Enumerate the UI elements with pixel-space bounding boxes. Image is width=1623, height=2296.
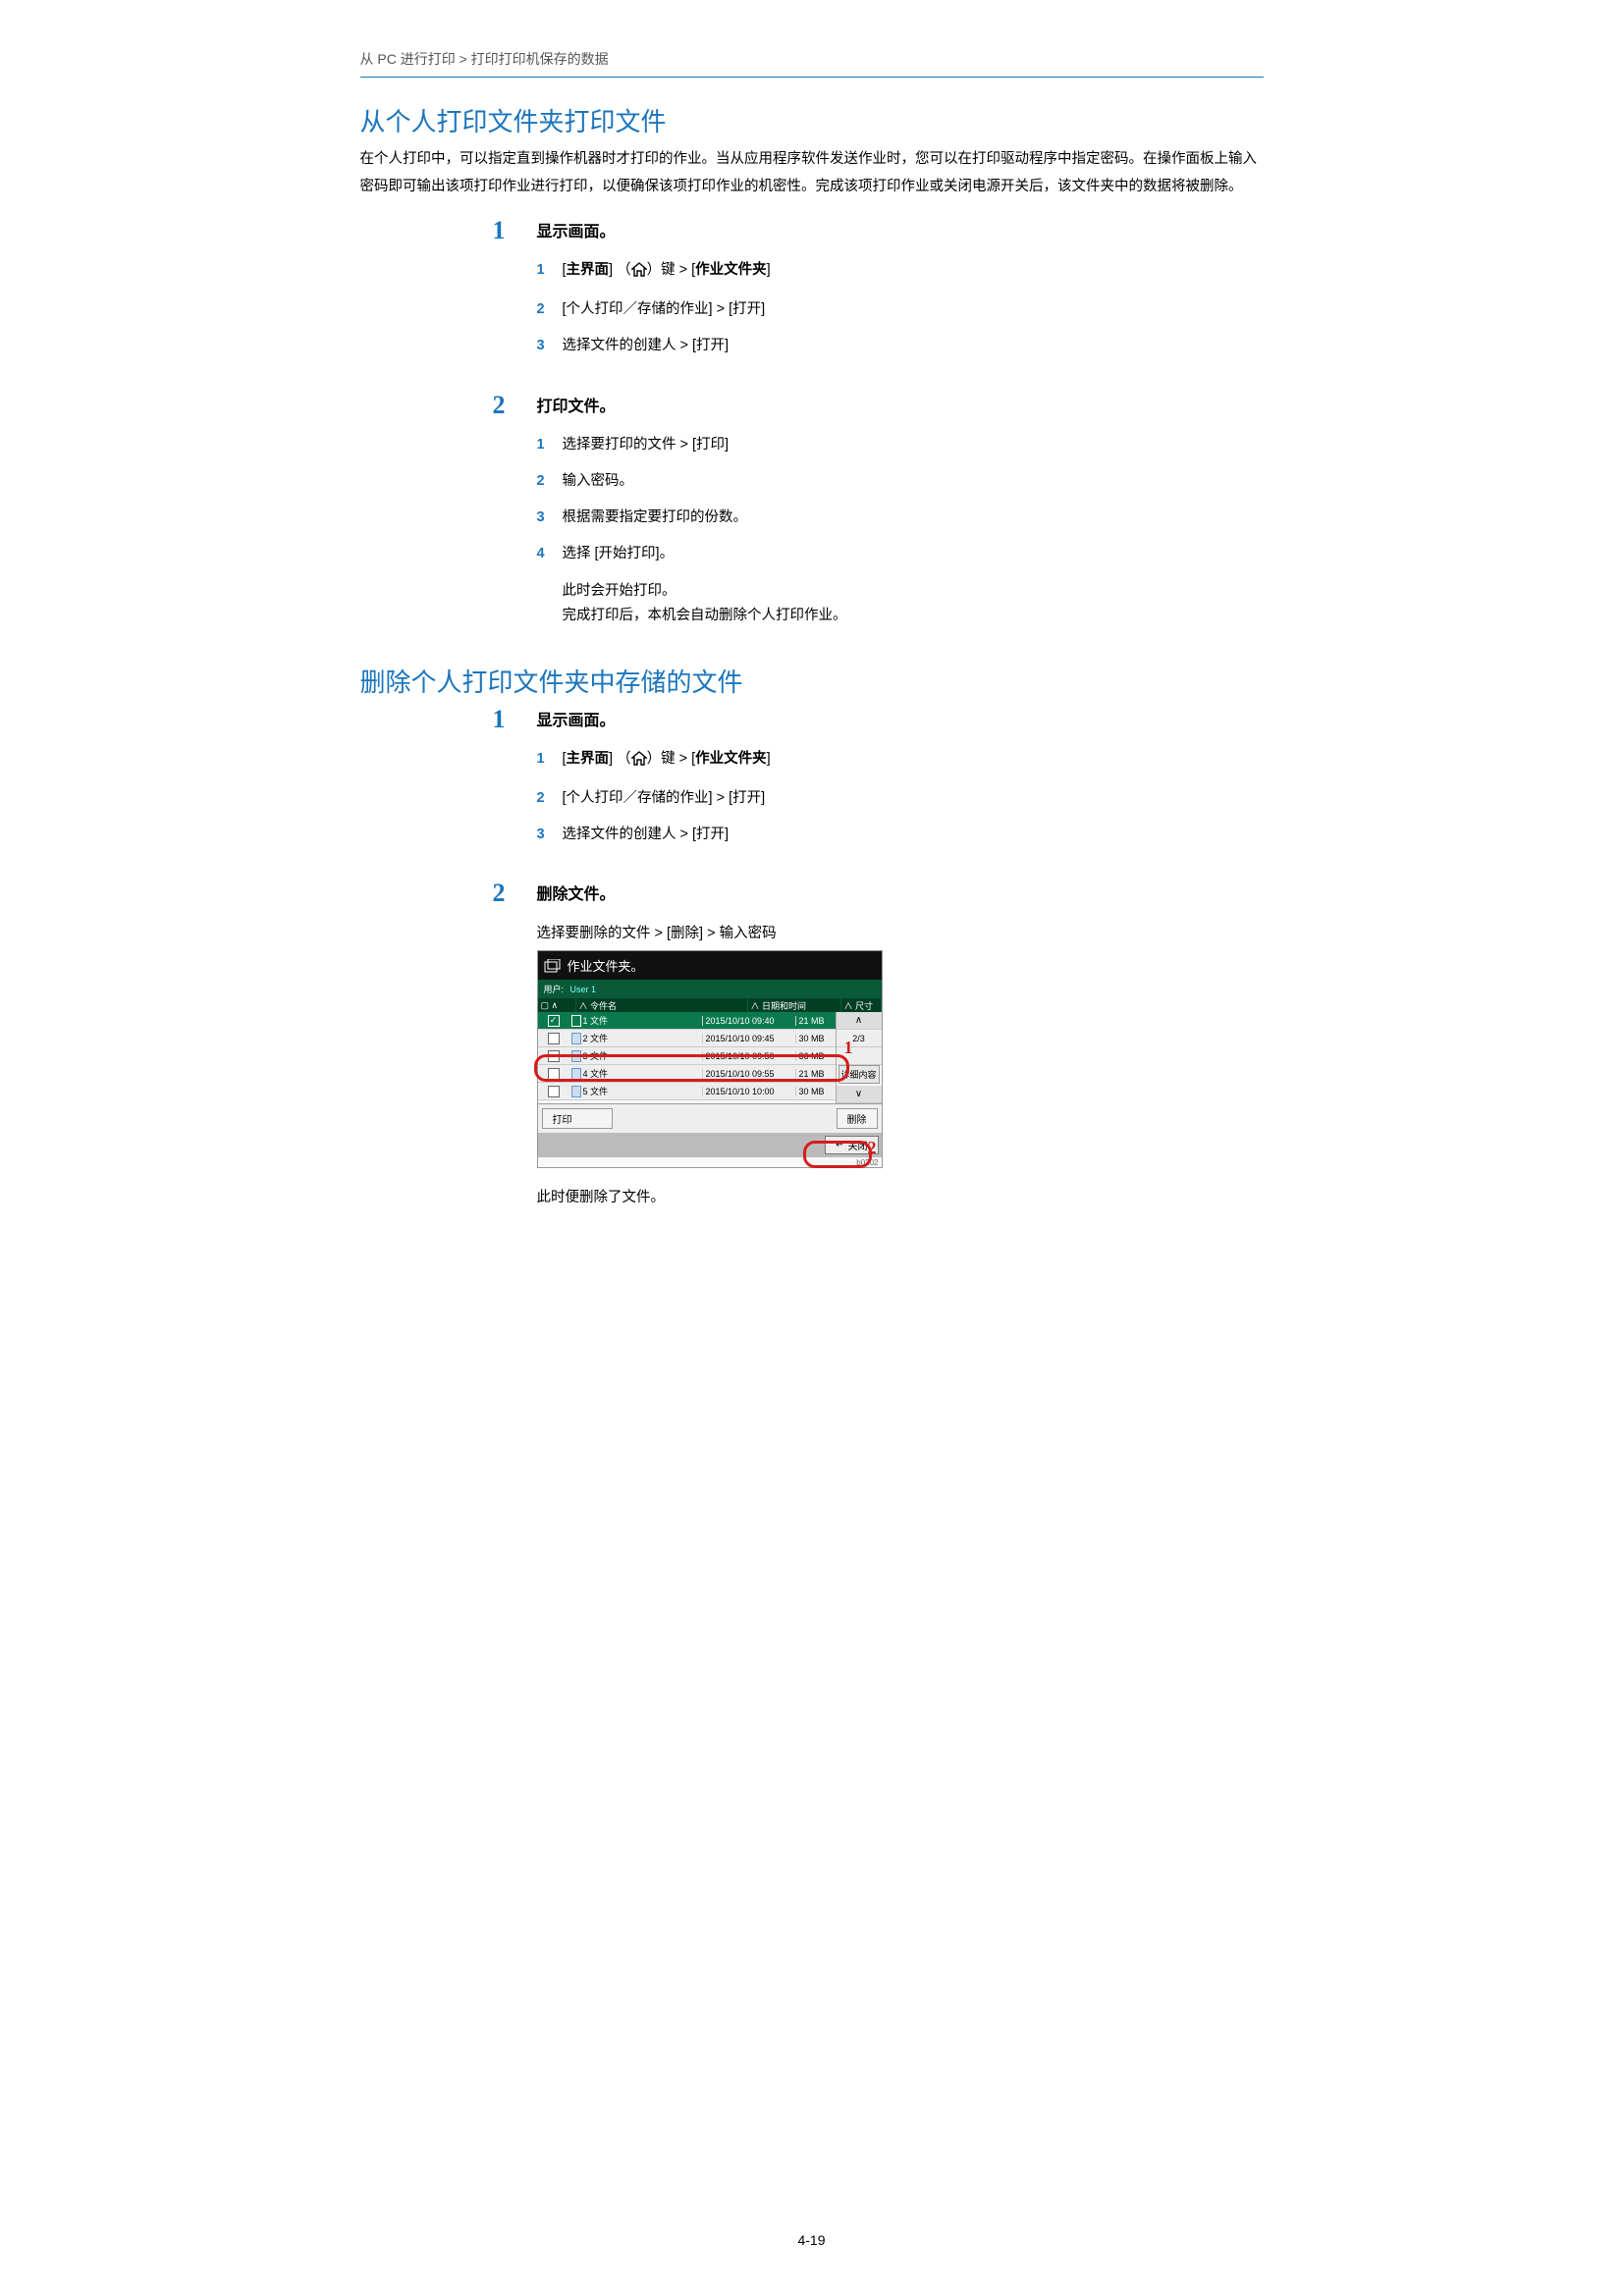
folder-icon [544, 959, 562, 973]
step-block: 2 删除文件。 选择要删除的文件 > [删除] > 输入密码 作业文件夹。 用户… [537, 881, 1264, 1206]
substep: 3选择文件的创建人 > [打开] [537, 824, 1264, 846]
home-icon [631, 262, 647, 285]
step-number: 2 [493, 391, 506, 420]
col-date[interactable]: ∧ 日期和时间 [748, 998, 841, 1012]
page-number: 4-19 [311, 2232, 1313, 2248]
divider [360, 77, 1264, 78]
step-title: 打印文件。 [537, 393, 1264, 416]
document-icon [571, 1086, 581, 1097]
step-block: 1 显示画面。 1 [主界面] （）键 > [作业文件夹] 2[个人打印／存储的… [537, 707, 1264, 847]
step-number: 1 [493, 705, 506, 734]
print-button[interactable]: 打印 [542, 1108, 613, 1129]
table-row[interactable]: ✓ 1 文件 2015/10/10 09:40 21 MB [538, 1012, 836, 1030]
printer-panel-screenshot: 作业文件夹。 用户: User 1 ▢ ∧ ∧ 令件名 ∧ 日期和时间 ∧ 尺寸… [537, 950, 883, 1168]
key-label: 主界面 [567, 262, 610, 278]
scroll-down-button[interactable]: ∨ [837, 1086, 882, 1103]
step-block: 1 显示画面。 1 [主界面] （）键 > [作业文件夹] 2 [个人打印／存储… [537, 218, 1264, 358]
checkbox-icon[interactable]: ✓ [548, 1015, 560, 1027]
return-icon: ↵ [836, 1140, 843, 1150]
col-check[interactable]: ▢ ∧ [538, 998, 576, 1012]
checkbox-icon[interactable] [548, 1033, 560, 1044]
panel-title-bar: 作业文件夹。 [538, 951, 882, 980]
lead-text: 选择要删除的文件 > [删除] > 输入密码 [537, 922, 1264, 942]
substep: 2 [个人打印／存储的作业] > [打开] [537, 298, 1264, 321]
close-bar: ↵关闭 [538, 1133, 882, 1157]
user-bar: 用户: User 1 [538, 980, 882, 998]
section-title: 删除个人打印文件夹中存储的文件 [360, 663, 1264, 699]
key-label: 作业文件夹 [695, 262, 767, 278]
callout-marker: 2 [868, 1138, 877, 1158]
step-block: 2 打印文件。 1选择要打印的文件 > [打印] 2输入密码。 3根据需要指定要… [537, 393, 1264, 628]
step-title: 显示画面。 [537, 707, 1264, 730]
table-row[interactable]: 3 文件 2015/10/10 09:50 36 MB [538, 1047, 836, 1065]
substep-num: 2 [537, 298, 545, 321]
substep: 1 [主界面] （）键 > [作业文件夹] [537, 259, 1264, 285]
document-page: 从 PC 进行打印 > 打印打印机保存的数据 从个人打印文件夹打印文件 在个人打… [311, 0, 1313, 2277]
table-row[interactable]: 5 文件 2015/10/10 10:00 30 MB [538, 1083, 836, 1100]
col-size[interactable]: ∧ 尺寸 [841, 998, 882, 1012]
step-number: 1 [493, 216, 506, 245]
side-controls: ∧ 2/3 详细内容 ∨ [836, 1012, 882, 1103]
end-note: 此时便删除了文件。 [537, 1186, 1264, 1206]
key-label: 主界面 [567, 751, 610, 767]
step-title: 删除文件。 [537, 881, 1264, 904]
document-icon [571, 1068, 581, 1080]
step-title: 显示画面。 [537, 218, 1264, 241]
checkbox-icon[interactable] [548, 1086, 560, 1097]
step-number: 2 [493, 879, 506, 908]
substep: 1 [主界面] （）键 > [作业文件夹] [537, 748, 1264, 774]
substep: 3根据需要指定要打印的份数。 [537, 507, 1264, 529]
note: 此时会开始打印。 [537, 579, 1264, 604]
table-row[interactable]: 4 文件 2015/10/10 09:55 21 MB [538, 1065, 836, 1083]
document-icon [571, 1050, 581, 1062]
substep: 4选择 [开始打印]。 [537, 543, 1264, 565]
panel-code: b0202 [538, 1157, 882, 1167]
col-name[interactable]: ∧ 令件名 [576, 998, 748, 1012]
substep: 2[个人打印／存储的作业] > [打开] [537, 787, 1264, 810]
table-header: ▢ ∧ ∧ 令件名 ∧ 日期和时间 ∧ 尺寸 [538, 998, 882, 1012]
substep: 2输入密码。 [537, 470, 1264, 493]
checkbox-icon[interactable] [548, 1068, 560, 1080]
substep: 3 选择文件的创建人 > [打开] [537, 335, 1264, 357]
page-indicator: 2/3 [837, 1030, 882, 1047]
table-body: ✓ 1 文件 2015/10/10 09:40 21 MB 2 文件 2015/… [538, 1012, 836, 1103]
breadcrumb: 从 PC 进行打印 > 打印打印机保存的数据 [360, 49, 1264, 77]
substep: 1选择要打印的文件 > [打印] [537, 434, 1264, 456]
home-icon [631, 751, 647, 774]
document-icon [571, 1015, 581, 1027]
detail-button[interactable]: 详细内容 [839, 1065, 880, 1084]
intro-paragraph: 在个人打印中，可以指定直到操作机器时才打印的作业。当从应用程序软件发送作业时，您… [360, 146, 1264, 200]
document-icon [571, 1033, 581, 1044]
key-label: 作业文件夹 [695, 751, 767, 767]
substep-num: 3 [537, 335, 545, 357]
substep-num: 1 [537, 259, 545, 282]
checkbox-icon[interactable] [548, 1050, 560, 1062]
scroll-up-button[interactable]: ∧ [837, 1012, 882, 1030]
callout-marker: 1 [844, 1038, 853, 1058]
bottom-buttons: 打印 删除 [538, 1103, 882, 1133]
table-row[interactable]: 2 文件 2015/10/10 09:45 30 MB [538, 1030, 836, 1047]
note: 完成打印后，本机会自动删除个人打印作业。 [537, 604, 1264, 628]
delete-button[interactable]: 删除 [837, 1108, 878, 1129]
section-title: 从个人打印文件夹打印文件 [360, 102, 1264, 138]
